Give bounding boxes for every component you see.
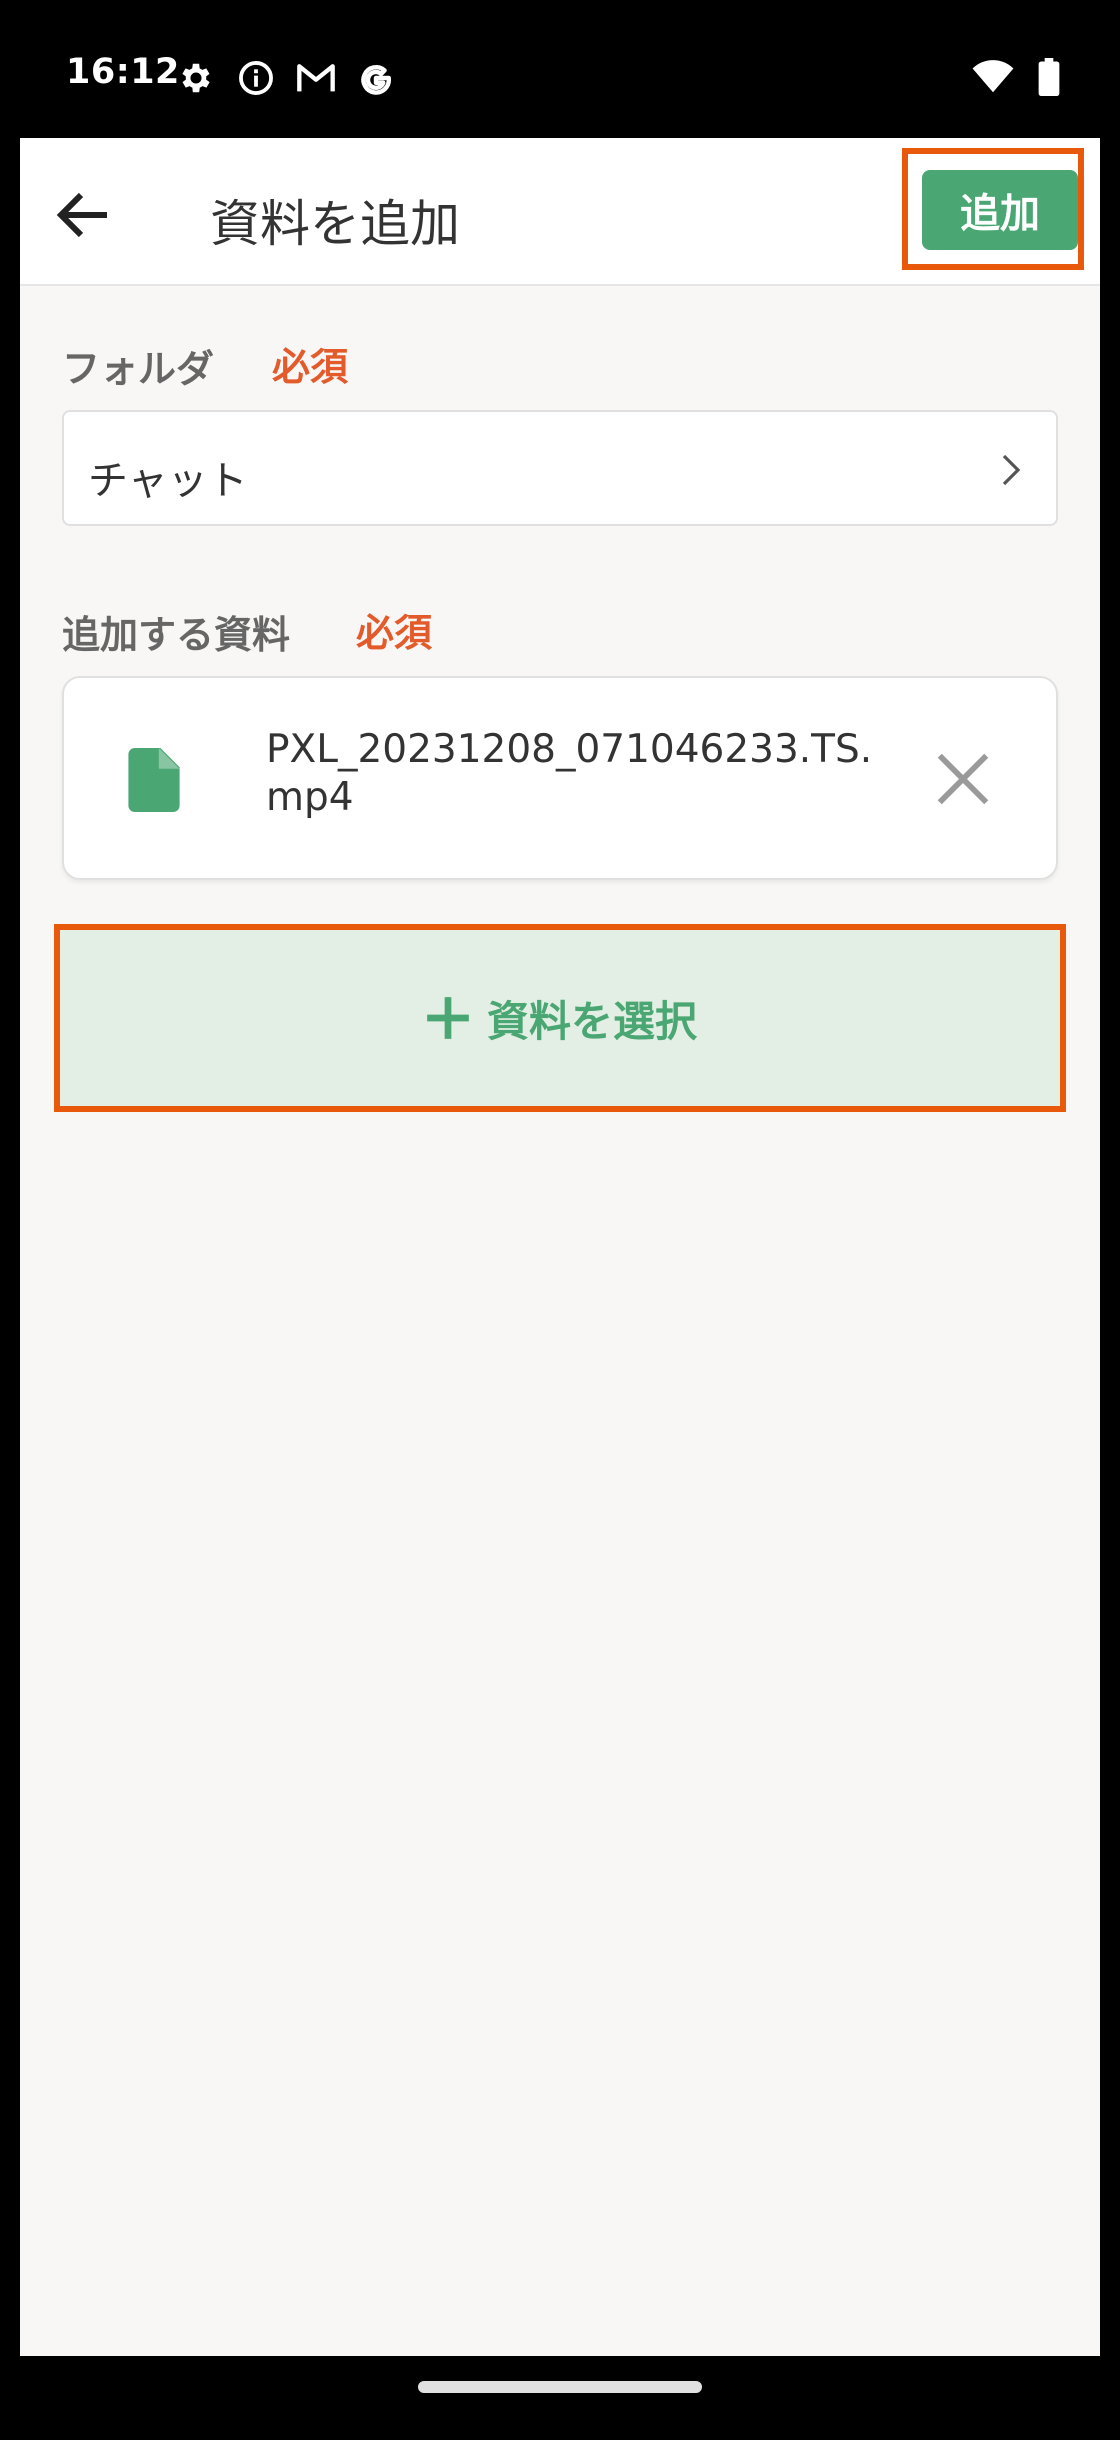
file-icon bbox=[128, 748, 180, 812]
info-icon bbox=[236, 58, 276, 98]
file-item: PXL_20231208_071046233.TS.mp4 bbox=[62, 676, 1058, 880]
folder-select[interactable]: チャット bbox=[62, 410, 1058, 526]
screen: 16:12 資料を追加 追加 フォルダ 必須 チャット 追加する資料 必須 PX… bbox=[0, 0, 1120, 2440]
materials-label: 追加する資料 bbox=[62, 613, 291, 657]
page-title: 資料を追加 bbox=[210, 195, 460, 253]
folder-label: フォルダ bbox=[62, 347, 215, 391]
settings-icon bbox=[176, 58, 216, 98]
arrow-back-icon bbox=[56, 192, 107, 238]
app-content: 資料を追加 追加 フォルダ 必須 チャット 追加する資料 必須 PXL_2023… bbox=[20, 138, 1100, 2356]
folder-required-badge: 必須 bbox=[272, 345, 349, 389]
status-notification-icons bbox=[176, 58, 396, 98]
select-material-label: 資料を選択 bbox=[486, 996, 697, 1046]
wifi-icon bbox=[972, 60, 1014, 98]
google-icon bbox=[356, 58, 396, 98]
folder-value: チャット bbox=[88, 458, 248, 504]
plus-icon bbox=[427, 997, 469, 1039]
gesture-nav-handle[interactable] bbox=[418, 2381, 702, 2393]
materials-required-badge: 必須 bbox=[356, 611, 433, 655]
close-icon[interactable] bbox=[932, 748, 994, 810]
status-system-icons bbox=[972, 58, 1060, 100]
back-button[interactable] bbox=[48, 180, 118, 250]
app-bar: 資料を追加 追加 bbox=[20, 138, 1100, 286]
battery-icon bbox=[1038, 58, 1060, 100]
add-button[interactable]: 追加 bbox=[922, 170, 1078, 250]
status-time: 16:12 bbox=[66, 52, 180, 92]
chevron-right-icon bbox=[1002, 454, 1021, 486]
status-bar: 16:12 bbox=[0, 0, 1120, 138]
gmail-icon bbox=[296, 58, 336, 98]
select-material-button[interactable]: 資料を選択 bbox=[60, 930, 1060, 1106]
file-name: PXL_20231208_071046233.TS.mp4 bbox=[266, 727, 873, 820]
